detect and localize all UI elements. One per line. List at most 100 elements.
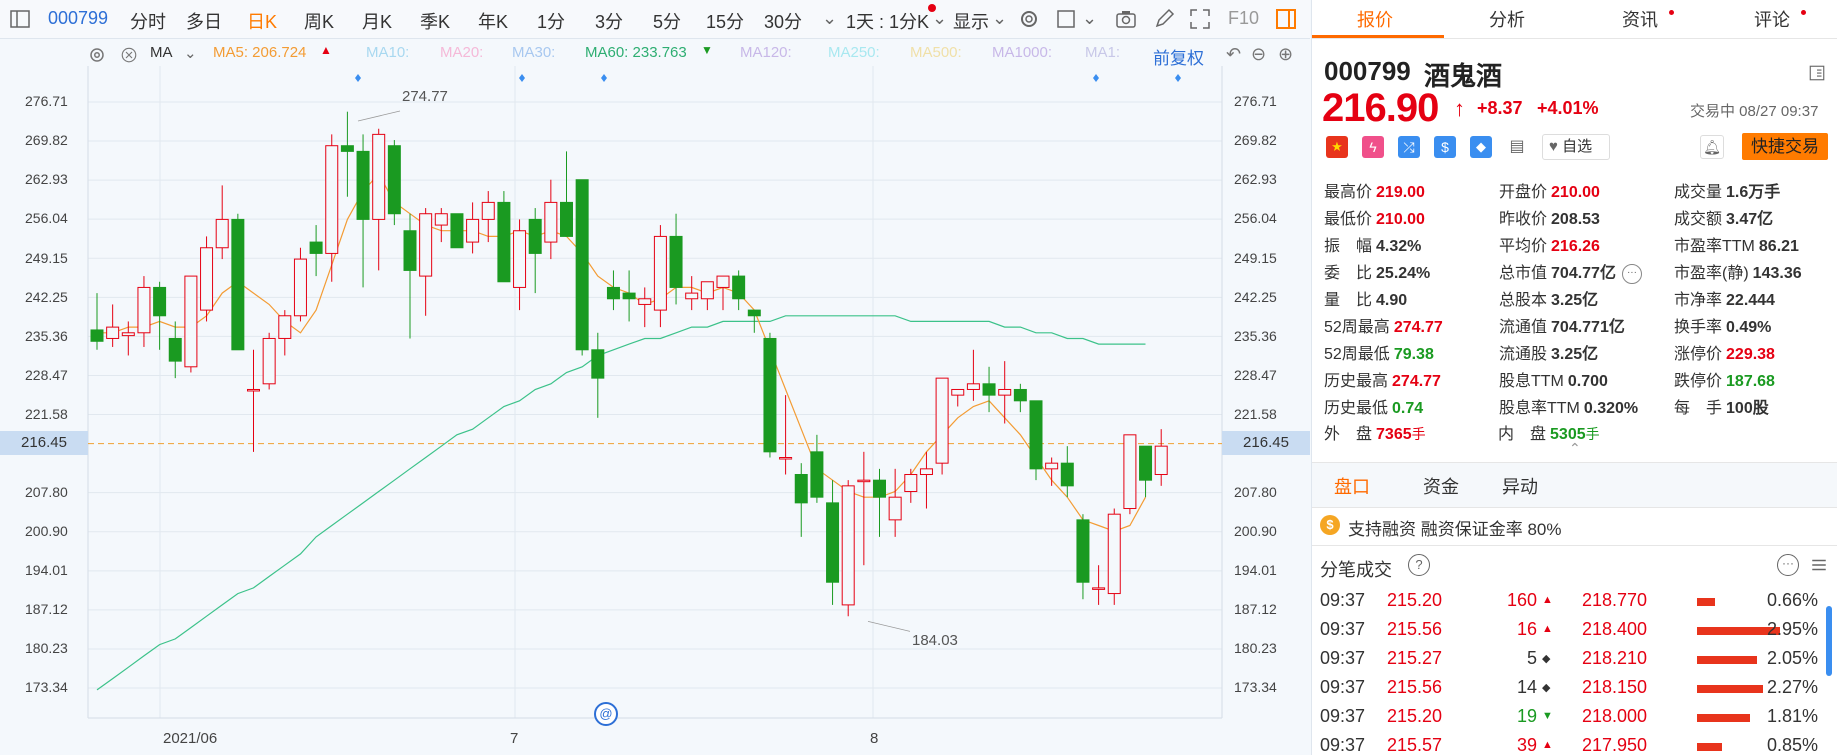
stat-item: 每 手 100股 [1674, 400, 1769, 417]
tab-3min[interactable]: 3分 [595, 8, 623, 34]
pencil-icon[interactable] [1152, 7, 1176, 31]
tab-15min[interactable]: 15分 [706, 8, 744, 34]
tab-5min[interactable]: 5分 [653, 8, 681, 34]
menu-icon[interactable] [1808, 64, 1826, 82]
x-tick-label: 2021/06 [163, 730, 218, 747]
candle-down [450, 213, 464, 249]
f10-button[interactable]: F10 [1228, 8, 1259, 29]
triangle-up-icon: ▲ [1542, 739, 1553, 751]
scrollbar[interactable] [1826, 606, 1832, 676]
tab-analysis[interactable]: 分析 [1489, 6, 1525, 32]
y-tick-right: 242.25 [1234, 289, 1277, 305]
trade-avg: 218.000 [1582, 706, 1648, 726]
y-tick-left: 221.58 [25, 406, 68, 422]
heart-icon: ♥ [1549, 138, 1558, 155]
candle-up [919, 468, 933, 476]
at-icon[interactable]: @ [594, 702, 618, 726]
bell-icon[interactable]: 🔔︎ [1700, 135, 1724, 159]
watchlist-button[interactable]: ♥ 自选 [1542, 134, 1610, 160]
list-icon[interactable] [1810, 556, 1828, 574]
candle-up [247, 388, 260, 392]
camera-icon[interactable] [1114, 7, 1138, 31]
chevron-up-icon[interactable]: ⌃ [1569, 440, 1581, 457]
tab-daily-k[interactable]: 日K [247, 8, 277, 34]
active-tab-indicator [1312, 35, 1444, 38]
tab-30min[interactable]: 30分 [764, 8, 802, 34]
tab-1min[interactable]: 1分 [537, 8, 565, 34]
kline-chart-canvas[interactable] [0, 38, 1310, 755]
tab-monthly-k[interactable]: 月K [362, 8, 392, 34]
candle-up [293, 258, 307, 317]
display-menu[interactable]: 显示 [953, 8, 989, 34]
tab-news[interactable]: 资讯 [1622, 6, 1658, 32]
candle-down [1013, 388, 1027, 402]
trade-pct: 0.85% [1766, 735, 1818, 755]
fullscreen-icon[interactable] [1188, 7, 1212, 31]
more-icon[interactable]: ··· [1621, 263, 1642, 284]
chevron-down-icon[interactable]: ⌄ [822, 8, 837, 29]
gear-icon[interactable] [1017, 7, 1041, 31]
tab-fenshi[interactable]: 分时 [130, 8, 166, 34]
period-select[interactable]: 1天 : 1分K [846, 8, 929, 34]
candle-down [747, 309, 761, 317]
tab-quarterly-k[interactable]: 季K [420, 8, 450, 34]
chevron-down-icon[interactable]: ⌄ [932, 8, 947, 29]
kline-chart[interactable]: 276.71 269.82 262.93 256.04 249.15 242.2… [0, 38, 1310, 755]
draw-rect-icon[interactable] [1055, 7, 1079, 31]
tab-weekly-k[interactable]: 周K [304, 8, 334, 34]
plot-background [88, 66, 1222, 718]
y-tick-left: 249.15 [25, 250, 68, 266]
help-icon[interactable]: ? [1408, 554, 1430, 576]
china-flag-icon[interactable]: ★ [1326, 136, 1348, 158]
stat-item: 跌停价 187.68 [1674, 373, 1775, 390]
chevron-down-icon[interactable]: ⌄ [992, 8, 1007, 29]
y-tick-right: 180.23 [1234, 640, 1277, 656]
stat-item: 股息TTM 0.700 [1499, 373, 1608, 390]
bookmark-icon[interactable]: ▤ [1506, 136, 1528, 158]
candle-down [1060, 462, 1074, 487]
stat-item: 换手率 0.49% [1674, 319, 1772, 336]
trade-bar [1697, 598, 1715, 606]
high-annotation: 274.77 [402, 88, 448, 105]
tab-capital[interactable]: 资金 [1423, 473, 1459, 499]
tag-icon[interactable]: ◆ [1470, 136, 1492, 158]
trade-row: 09:37 215.20 160 ▲ 218.770 0.66% [1312, 590, 1837, 618]
candle-down [732, 275, 746, 300]
panel-toggle-icon[interactable] [1274, 7, 1298, 31]
triangle-up-icon: ▲ [1542, 623, 1553, 635]
stat-item: 市盈率TTM 86.21 [1674, 238, 1799, 255]
stock-code-tab[interactable]: 000799 [48, 8, 108, 29]
quick-trade-button[interactable]: 快捷交易 [1742, 133, 1828, 160]
tab-quote[interactable]: 报价 [1357, 6, 1393, 32]
candle-up [998, 388, 1012, 396]
candle-up [700, 281, 714, 300]
candle-up [513, 230, 527, 288]
sidebar-toggle-icon[interactable] [8, 7, 32, 31]
diamond-icon: ◆ [1542, 653, 1551, 665]
trade-volume: 14 [1516, 677, 1537, 697]
lightning-icon[interactable]: ϟ [1362, 136, 1384, 158]
sub-tab-bar: 盘口 资金 异动 [1312, 462, 1837, 508]
candle-down [153, 286, 167, 317]
dollar-icon[interactable]: $ [1434, 136, 1456, 158]
candle-up [888, 496, 902, 521]
y-tick-right: 207.80 [1234, 484, 1277, 500]
tab-comments[interactable]: 评论 [1754, 6, 1790, 32]
trades-list[interactable]: 09:37 215.20 160 ▲ 218.770 0.66% 09:37 215.56 16… [1312, 590, 1837, 755]
arrow-up-icon: ↑ [1454, 96, 1465, 121]
tab-duori[interactable]: 多日 [186, 8, 222, 34]
stat-item: 股息率TTM 0.320% [1499, 400, 1639, 417]
shuffle-icon[interactable]: ⤮ [1398, 136, 1420, 158]
tab-yearly-k[interactable]: 年K [478, 8, 508, 34]
tab-abnormal[interactable]: 异动 [1502, 473, 1538, 499]
candle-down [622, 292, 636, 300]
trade-pct: 2.05% [1766, 648, 1818, 668]
candle-down [669, 235, 683, 288]
y-tick-left: 276.71 [25, 93, 68, 109]
tab-pankou[interactable]: 盘口 [1334, 473, 1370, 499]
trade-row: 09:37 215.27 5 ◆ 218.210 2.05% [1312, 648, 1837, 676]
chevron-down-icon[interactable]: ⌄ [1082, 8, 1097, 29]
candle-up [1092, 587, 1106, 590]
stat-item: 涨停价 229.38 [1674, 346, 1775, 363]
more-icon[interactable]: ··· [1777, 554, 1799, 576]
